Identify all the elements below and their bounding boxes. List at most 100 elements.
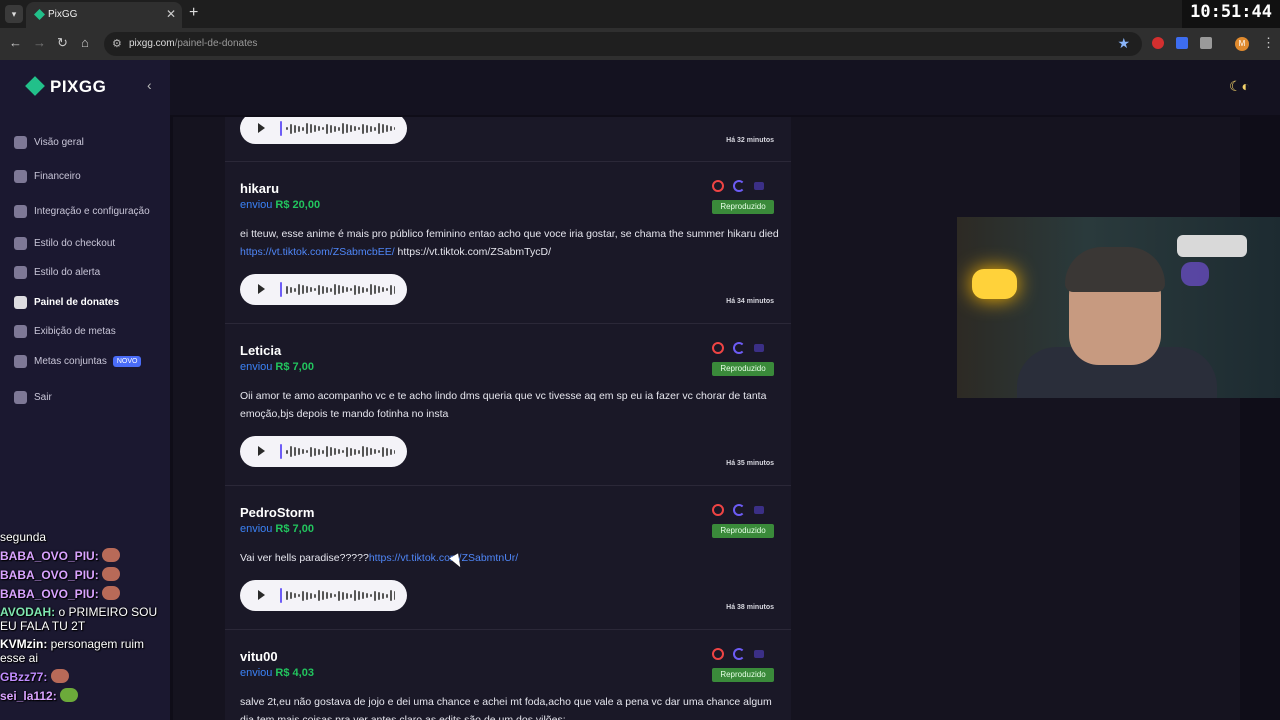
site-info-icon[interactable]: ⚙ xyxy=(112,37,122,50)
back-icon[interactable]: ← xyxy=(9,35,22,50)
donor-name: Leticia xyxy=(240,343,282,358)
sidebar-item-metas-conjuntas[interactable]: Metas conjuntas NOVO xyxy=(14,351,142,371)
replay-icon[interactable] xyxy=(733,504,745,516)
playhead[interactable] xyxy=(280,588,282,603)
waveform-bar xyxy=(286,449,288,454)
sidebar-item-integracao[interactable]: Integração e configuração xyxy=(14,201,150,221)
message-link[interactable]: https://vt.tiktok.com/ZSabmcbEE/ xyxy=(240,246,395,258)
sidebar-item-estilo-checkout[interactable]: Estilo do checkout xyxy=(14,233,115,253)
donation-amount: enviou R$ 20,00 xyxy=(240,199,321,211)
extension-icon[interactable] xyxy=(1176,37,1188,49)
audio-waveform[interactable] xyxy=(280,121,395,136)
waveform-bar xyxy=(306,286,308,293)
waveform-bar xyxy=(346,287,348,292)
replay-icon[interactable] xyxy=(733,648,745,660)
sidebar-item-estilo-alerta[interactable]: Estilo do alerta xyxy=(14,262,100,282)
address-bar[interactable]: ⚙ pixgg.com/painel-de-donates ★ xyxy=(104,32,1142,56)
waveform-bar xyxy=(294,447,296,456)
finance-icon xyxy=(14,169,27,183)
waveform-bar xyxy=(334,125,336,132)
waveform-bar xyxy=(342,591,344,600)
waveform-bar xyxy=(334,284,336,295)
playhead[interactable] xyxy=(280,282,282,297)
audio-player[interactable] xyxy=(240,274,407,305)
donation-actions xyxy=(712,648,764,660)
waveform-bar xyxy=(302,590,304,601)
block-icon[interactable] xyxy=(712,504,724,516)
profile-avatar[interactable]: M xyxy=(1235,37,1249,51)
waveform-bar xyxy=(326,286,328,293)
reload-icon[interactable]: ↻ xyxy=(57,35,68,51)
bookmark-star-icon[interactable]: ★ xyxy=(1117,35,1130,52)
waveform-bar xyxy=(330,593,332,598)
playhead[interactable] xyxy=(280,444,282,459)
audio-waveform[interactable] xyxy=(280,588,395,603)
theme-toggle-icon[interactable]: ☾◐ xyxy=(1229,78,1250,95)
block-icon[interactable] xyxy=(712,648,724,660)
chat-message: BABA_OVO_PIU: xyxy=(0,586,172,601)
donation-amount: enviou R$ 7,00 xyxy=(240,361,314,373)
waveform-bar xyxy=(342,123,344,134)
waveform-bar xyxy=(394,449,395,454)
waveform-bar xyxy=(306,123,308,134)
sidebar-item-painel-donates[interactable]: Painel de donates xyxy=(14,292,119,312)
home-icon[interactable]: ⌂ xyxy=(81,35,89,50)
block-icon[interactable] xyxy=(712,180,724,192)
waveform-bar xyxy=(378,286,380,293)
play-icon[interactable] xyxy=(258,446,265,456)
audio-waveform[interactable] xyxy=(280,282,395,297)
forward-icon[interactable]: → xyxy=(33,35,46,50)
skip-icon[interactable] xyxy=(754,506,764,514)
waveform-bar xyxy=(334,448,336,455)
sidebar-item-sair[interactable]: Sair xyxy=(14,387,52,407)
url-text[interactable]: pixgg.com/painel-de-donates xyxy=(129,38,257,49)
playhead[interactable] xyxy=(280,121,282,136)
browser-menu-icon[interactable]: ⋮ xyxy=(1262,35,1275,51)
audio-player[interactable] xyxy=(240,580,407,611)
donor-name: hikaru xyxy=(240,181,280,196)
skip-icon[interactable] xyxy=(754,182,764,190)
audio-player[interactable] xyxy=(240,436,407,467)
chat-message: BABA_OVO_PIU: xyxy=(0,567,172,582)
waveform-bar xyxy=(378,591,380,600)
play-icon[interactable] xyxy=(258,590,265,600)
sidebar-item-financeiro[interactable]: Financeiro xyxy=(14,166,81,186)
waveform-bar xyxy=(362,592,364,599)
waveform-bar xyxy=(318,590,320,601)
skip-icon[interactable] xyxy=(754,650,764,658)
collapse-sidebar-icon[interactable]: ‹ xyxy=(147,77,152,93)
waveform-bar xyxy=(338,126,340,131)
message-link[interactable]: https://vt.tiktok.com/ZSabmtnUr/ xyxy=(369,552,518,564)
play-icon[interactable] xyxy=(258,123,265,133)
pixgg-logo[interactable]: PIXGG xyxy=(25,76,106,97)
replay-icon[interactable] xyxy=(733,342,745,354)
donation-card: Há 32 minutos xyxy=(225,117,791,162)
new-tab-icon[interactable]: + xyxy=(189,4,198,22)
extension-icon[interactable] xyxy=(1152,37,1164,49)
waveform-bar xyxy=(326,592,328,599)
tab-close-icon[interactable]: ✕ xyxy=(166,7,176,21)
waveform-bar xyxy=(326,446,328,457)
block-icon[interactable] xyxy=(712,342,724,354)
extensions-puzzle-icon[interactable] xyxy=(1200,37,1212,49)
waveform-bar xyxy=(346,124,348,133)
stream-clock: 10:51:44 xyxy=(1182,0,1280,28)
waveform-bar xyxy=(290,592,292,599)
play-icon[interactable] xyxy=(258,284,265,294)
sidebar-item-exibicao-metas[interactable]: Exibição de metas xyxy=(14,321,116,341)
emote-icon xyxy=(102,586,121,600)
waveform-bar xyxy=(330,124,332,133)
tab-search-icon[interactable]: ▾ xyxy=(5,5,23,23)
skip-icon[interactable] xyxy=(754,344,764,352)
waveform-bar xyxy=(362,123,364,134)
donor-name: vitu00 xyxy=(240,649,278,664)
waveform-bar xyxy=(386,447,388,456)
waveform-bar xyxy=(294,287,296,292)
audio-waveform[interactable] xyxy=(280,444,395,459)
replay-icon[interactable] xyxy=(733,180,745,192)
status-badge: Reproduzido xyxy=(712,362,774,376)
sidebar-item-visao-geral[interactable]: Visão geral xyxy=(14,132,84,152)
tab-pixgg[interactable]: PixGG ✕ xyxy=(26,2,182,28)
audio-player[interactable] xyxy=(240,117,407,144)
donation-card: Leticia enviou R$ 7,00 Reproduzido Oii am… xyxy=(225,324,791,486)
